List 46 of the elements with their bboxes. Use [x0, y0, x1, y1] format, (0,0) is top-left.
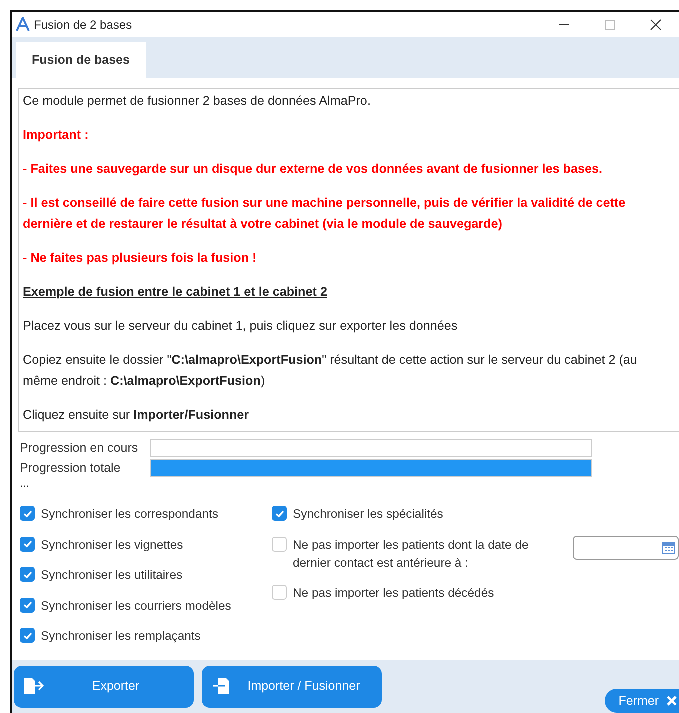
checkbox[interactable] [20, 628, 35, 643]
info-text: Placez vous sur le serveur du cabinet 1, puis cliquez sur exporter les données [23, 318, 459, 335]
app-logo-icon [16, 17, 30, 32]
section-heading: Exemple de fusion entre le cabinet 1 et le cabinet 2 [23, 284, 328, 301]
checkbox[interactable] [20, 598, 35, 612]
checkbox[interactable] [272, 536, 287, 552]
check-icon [22, 600, 32, 610]
export-button[interactable]: Exporter [14, 666, 194, 708]
export-file-icon [22, 676, 46, 696]
checkbox-label: Synchroniser les remplaçants [41, 628, 201, 645]
check-icon [22, 570, 32, 580]
checkbox[interactable] [272, 585, 287, 600]
date-field[interactable] [573, 536, 679, 560]
import-button[interactable]: Importer / Fusionner [202, 666, 382, 708]
warning-text: - Il est conseillé de faire cette fusion sur une machine personnelle, puis de vérifier la validité de cette dernière et de restaurer le résultat à votre cabinet (via le module de sauvegarde) [23, 195, 627, 233]
check-icon [22, 508, 32, 518]
check-icon [22, 630, 32, 640]
window-title: Fusion de 2 bases [34, 16, 132, 34]
checkbox[interactable] [272, 506, 287, 521]
check-icon [22, 539, 32, 549]
info-text: Ce module permet de fusionner 2 bases de données AlmaPro. [23, 93, 372, 110]
info-text: Copiez ensuite le dossier "C:\almapro\ExportFusion" résultant de cette action sur le serveur du cabinet 2 (au même endroit : C:\almapro\ExportFusion) [23, 352, 638, 390]
warning-text: - Faites une sauvegarde sur un disque dur externe de vos données avant de fusionner les bases. [23, 161, 604, 178]
status-text: ... [20, 478, 30, 490]
close-button[interactable]: Fermer [604, 689, 679, 713]
checkbox-label: Synchroniser les courriers modèles [41, 598, 232, 614]
checkbox[interactable] [20, 536, 35, 552]
checkbox-label: Synchroniser les spécialités [293, 506, 444, 523]
checkbox[interactable] [20, 567, 35, 582]
progress-label: Progression totale [20, 460, 122, 477]
checkbox-label: Ne pas importer les patients décédés [293, 585, 494, 602]
close-icon[interactable] [650, 19, 662, 32]
maximize-icon[interactable] [604, 19, 616, 32]
warning-text: - Ne faites pas plusieurs fois la fusion ! [23, 250, 258, 267]
checkbox-label: Synchroniser les correspondants [41, 506, 218, 523]
checkbox-label: Synchroniser les utilitaires [41, 567, 183, 584]
check-icon [274, 508, 284, 518]
tab[interactable]: Fusion de bases [16, 42, 146, 78]
info-text: Cliquez ensuite sur Importer/Fusionner [23, 407, 250, 424]
calendar-icon[interactable] [662, 540, 676, 554]
close-icon [667, 696, 677, 706]
checkbox[interactable] [20, 506, 35, 521]
checkbox-label: Ne pas importer les patients dont la date de dernier contact est antérieure à : [293, 536, 530, 572]
progress-label: Progression en cours [20, 440, 140, 457]
warning-text: Important : [23, 127, 90, 144]
checkbox-label: Synchroniser les vignettes [41, 536, 184, 554]
